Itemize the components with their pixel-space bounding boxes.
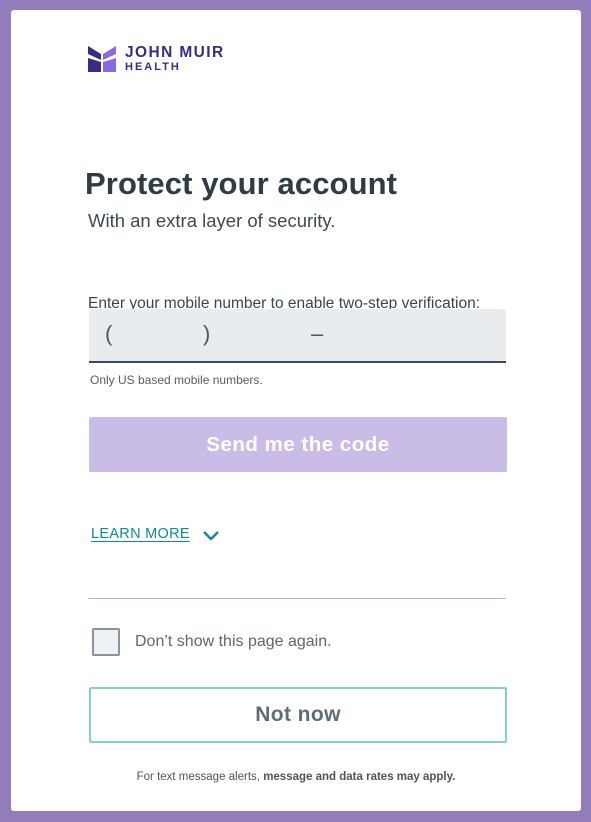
logo-line-2: HEALTH <box>125 61 181 73</box>
phone-dash: – <box>311 321 324 346</box>
not-now-button[interactable]: Not now <box>89 687 507 743</box>
logo-line-1: JOHN MUIR <box>125 44 225 61</box>
footer-bold: message and data rates may apply. <box>263 771 456 783</box>
security-card: JOHN MUIR HEALTH Protect your account Wi… <box>11 10 581 811</box>
learn-more-toggle[interactable]: LEARN MORE <box>91 526 220 542</box>
phone-open-paren: ( <box>105 321 113 346</box>
chevron-down-icon[interactable] <box>202 530 220 542</box>
dont-show-checkbox[interactable] <box>92 628 120 656</box>
learn-more-link[interactable]: LEARN MORE <box>91 526 190 542</box>
footer-prefix: For text message alerts, <box>136 771 260 783</box>
phone-close-paren: ) <box>203 321 211 346</box>
butterfly-logo-icon <box>88 46 116 72</box>
page-subtitle: With an extra layer of security. <box>88 210 336 231</box>
page-title: Protect your account <box>85 166 398 201</box>
phone-helper-text: Only US based mobile numbers. <box>90 373 263 387</box>
divider <box>88 598 506 599</box>
footer-disclaimer: For text message alerts, message and dat… <box>11 771 581 783</box>
dont-show-label[interactable]: Don’t show this page again. <box>135 633 332 651</box>
logo-wordmark: JOHN MUIR HEALTH <box>125 44 225 74</box>
phone-number-input[interactable]: ( ) – <box>89 309 506 363</box>
john-muir-health-logo: JOHN MUIR HEALTH <box>87 44 225 74</box>
send-code-button[interactable]: Send me the code <box>89 417 507 472</box>
